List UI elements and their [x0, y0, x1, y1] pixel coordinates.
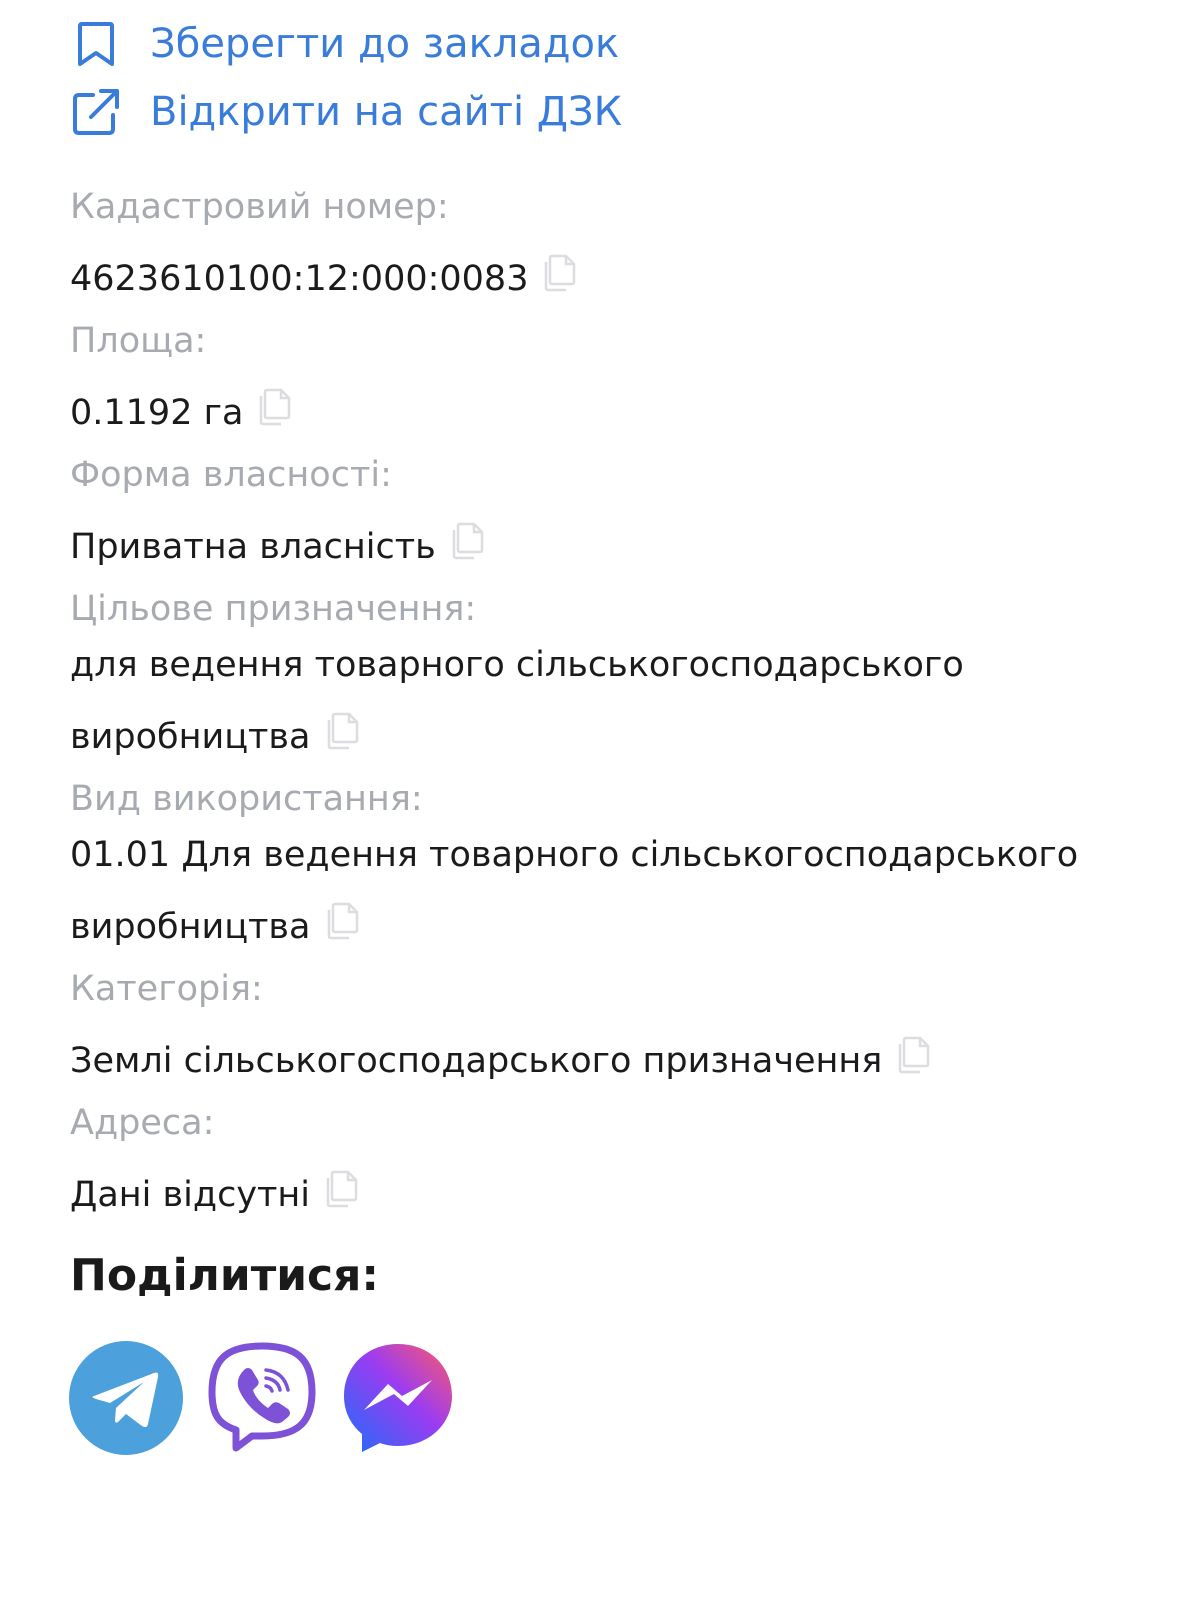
copy-icon[interactable]: [542, 254, 576, 299]
messenger-share-button[interactable]: [340, 1340, 456, 1456]
bookmark-link[interactable]: Зберегти до закладок: [70, 18, 619, 70]
copy-icon[interactable]: [324, 1170, 358, 1215]
area-value: 0.1192 га: [70, 393, 244, 433]
copy-icon[interactable]: [325, 712, 359, 757]
area-row: 0.1192 га: [70, 388, 291, 433]
bookmark-icon: [70, 18, 122, 70]
usage-type-label: Вид використання:: [70, 779, 423, 819]
purpose-label: Цільове призначення:: [70, 589, 477, 629]
share-title: Поділитися:: [70, 1250, 379, 1301]
cadastral-number-value: 4623610100:12:000:0083: [70, 259, 529, 299]
usage-type-row: виробництва: [70, 902, 359, 947]
open-dzk-link[interactable]: Відкрити на сайті ДЗК: [70, 86, 622, 138]
category-row: Землі сільськогосподарського призначення: [70, 1036, 930, 1081]
address-value: Дані відсутні: [70, 1175, 311, 1215]
purpose-value-line2: виробництва: [70, 717, 311, 757]
telegram-share-button[interactable]: [68, 1340, 184, 1456]
telegram-icon: [69, 1341, 183, 1455]
address-label: Адреса:: [70, 1103, 215, 1143]
cadastral-number-label: Кадастровий номер:: [70, 187, 449, 227]
external-link-icon: [70, 86, 122, 138]
copy-icon[interactable]: [325, 902, 359, 947]
purpose-value-line1: для ведення товарного сільськогосподарсь…: [70, 645, 964, 685]
bookmark-label: Зберегти до закладок: [150, 21, 620, 67]
ownership-label: Форма власності:: [70, 455, 392, 495]
viber-icon: [208, 1342, 316, 1452]
usage-type-value-line2: виробництва: [70, 907, 311, 947]
ownership-row: Приватна власність: [70, 522, 484, 567]
messenger-icon: [344, 1344, 452, 1452]
ownership-value: Приватна власність: [70, 527, 436, 567]
cadastral-number-row: 4623610100:12:000:0083: [70, 254, 576, 299]
open-dzk-label: Відкрити на сайті ДЗК: [150, 89, 623, 135]
copy-icon[interactable]: [450, 522, 484, 567]
area-label: Площа:: [70, 321, 207, 361]
category-label: Категорія:: [70, 969, 263, 1009]
address-row: Дані відсутні: [70, 1170, 358, 1215]
purpose-row: виробництва: [70, 712, 359, 757]
usage-type-value-line1: 01.01 Для ведення товарного сільськогосп…: [70, 835, 1079, 875]
viber-share-button[interactable]: [204, 1340, 320, 1456]
copy-icon[interactable]: [257, 388, 291, 433]
category-value: Землі сільськогосподарського призначення: [70, 1041, 883, 1081]
copy-icon[interactable]: [896, 1036, 930, 1081]
